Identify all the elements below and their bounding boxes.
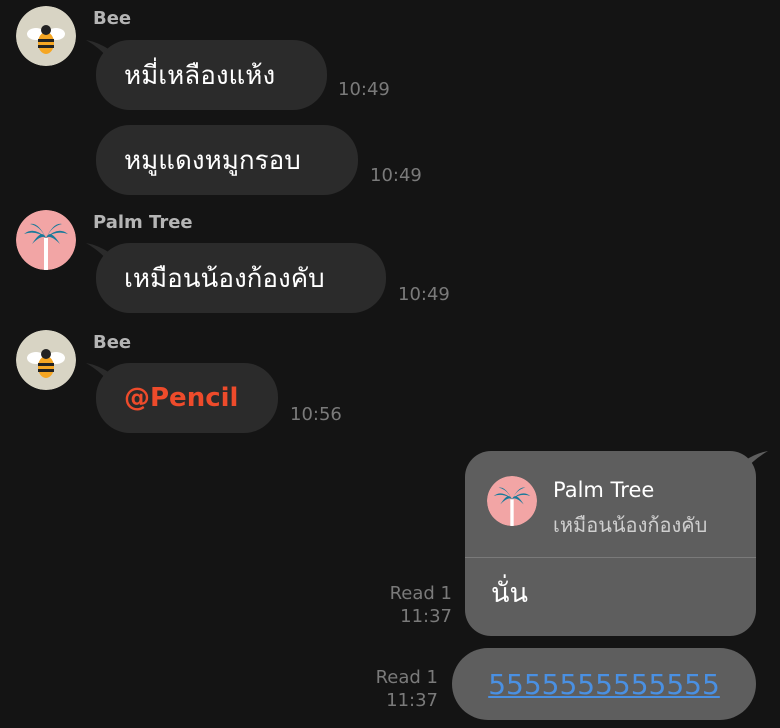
sender-name: Bee (93, 332, 132, 353)
message-bubble[interactable]: 5555555555555 (452, 648, 756, 720)
mention-link[interactable]: @Pencil (124, 383, 238, 413)
message-time: 10:49 (398, 284, 450, 305)
avatar-bee[interactable] (16, 330, 76, 390)
quoted-text: เหมือนน้องก้องคับ (553, 513, 708, 537)
message-text: หมี่เหลืองแห้ง (124, 60, 276, 91)
message-bubble[interactable]: เหมือนน้องก้องคับ (96, 243, 386, 313)
message-bubble[interactable]: หมี่เหลืองแห้ง (96, 40, 327, 110)
avatar-palm-tree[interactable] (16, 210, 76, 270)
bee-icon (16, 6, 76, 66)
message-meta: Read 1 11:37 (372, 582, 452, 628)
message-meta: Read 1 11:37 (358, 666, 438, 712)
message-text: เหมือนน้องก้องคับ (124, 263, 325, 294)
palm-tree-icon (487, 476, 537, 526)
sender-name: Bee (93, 8, 132, 29)
bee-icon (16, 330, 76, 390)
read-receipt: Read 1 (389, 583, 452, 604)
message-bubble[interactable]: @Pencil (96, 363, 278, 433)
message-time: 11:37 (400, 606, 452, 627)
quoted-message[interactable]: Palm Tree เหมือนน้องก้องคับ (465, 451, 756, 558)
message-bubble[interactable]: หมูแดงหมูกรอบ (96, 125, 358, 195)
quoted-sender: Palm Tree (553, 478, 655, 502)
message-time: 10:56 (290, 404, 342, 425)
message-time: 10:49 (338, 79, 390, 100)
message-time: 11:37 (386, 690, 438, 711)
phone-number-link[interactable]: 5555555555555 (488, 668, 720, 701)
sender-name: Palm Tree (93, 212, 193, 233)
palm-tree-icon (16, 210, 76, 270)
message-text: นั่น (491, 578, 528, 609)
avatar-bee[interactable] (16, 6, 76, 66)
message-time: 10:49 (370, 165, 422, 186)
read-receipt: Read 1 (375, 667, 438, 688)
quoted-avatar (487, 476, 537, 526)
message-text: หมูแดงหมูกรอบ (124, 145, 301, 176)
reply-message-bubble[interactable]: Palm Tree เหมือนน้องก้องคับ นั่น (465, 451, 756, 636)
